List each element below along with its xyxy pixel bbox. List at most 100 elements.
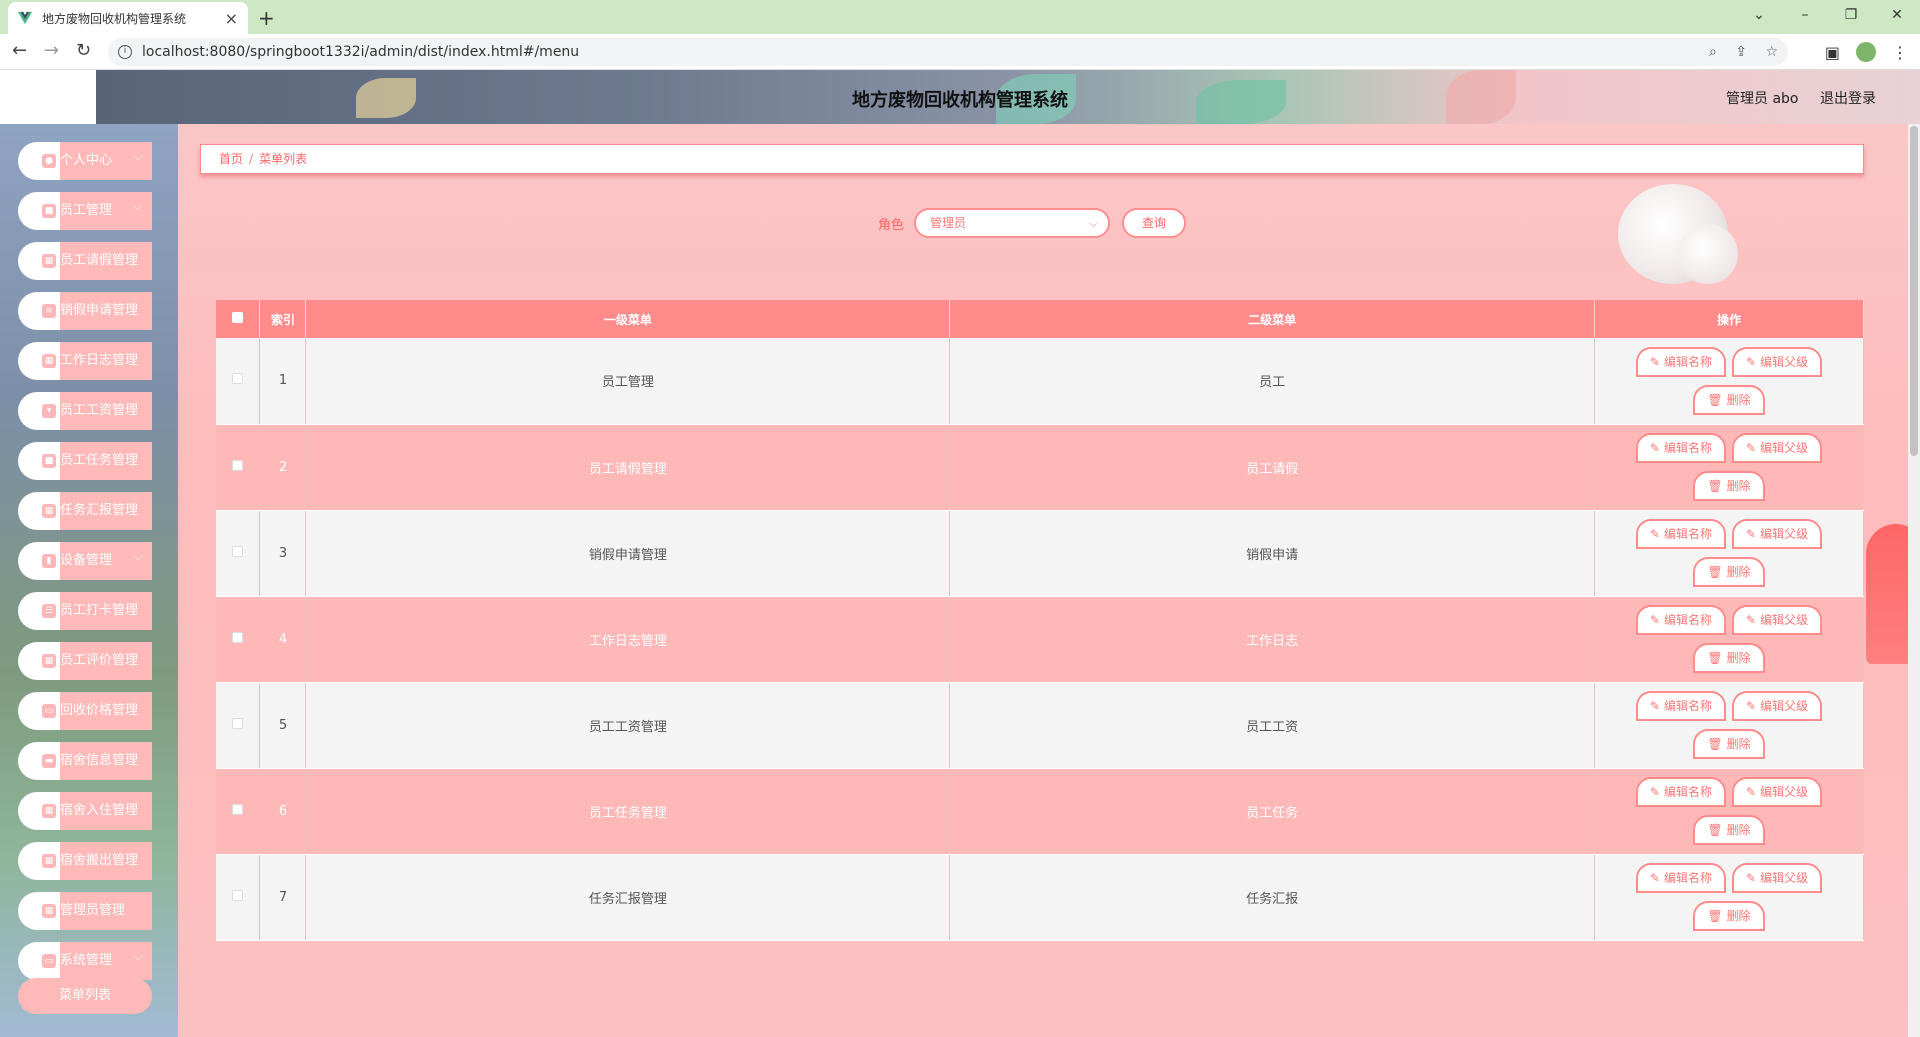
logout-button[interactable]: 退出登录 <box>1820 88 1876 108</box>
sidebar-item-menu-list[interactable]: 菜单列表 <box>18 978 152 1014</box>
forward-icon[interactable]: → <box>44 40 59 61</box>
info-icon[interactable]: i <box>118 45 132 59</box>
back-icon[interactable]: ← <box>12 40 27 61</box>
sidebar-item[interactable]: ☰ 员工打卡管理 <box>18 592 152 630</box>
edit-parent-button[interactable]: ✎ 编辑父级 <box>1732 519 1823 549</box>
close-window-icon[interactable]: ✕ <box>1874 0 1920 30</box>
row-select-cell <box>216 510 261 597</box>
sidebar-item[interactable]: ▦ 管理员管理 <box>18 892 152 930</box>
row-checkbox[interactable] <box>232 545 244 557</box>
sidebar-item[interactable]: ● 个人中心 ⌵ <box>18 142 152 180</box>
row-select-cell <box>216 682 261 769</box>
delete-button-label: 删除 <box>1726 565 1751 579</box>
sidebar-item[interactable]: ▭ 回收价格管理 <box>18 692 152 730</box>
edit-icon: ✎ <box>1649 699 1660 713</box>
delete-button[interactable]: 🗑 删除 <box>1693 815 1765 845</box>
trash-icon: 🗑 <box>1707 909 1723 923</box>
grid-icon: ▦ <box>42 654 56 668</box>
delete-button-label: 删除 <box>1726 479 1751 493</box>
cell-ops: ✎ 编辑名称 ✎ 编辑父级 🗑 删除 <box>1594 424 1864 511</box>
new-tab-icon[interactable]: + <box>258 6 275 30</box>
browser-tab[interactable]: 地方废物回收机构管理系统 × <box>8 2 248 34</box>
edit-parent-button-label: 编辑父级 <box>1760 613 1809 627</box>
app-title: 地方废物回收机构管理系统 <box>852 90 1068 111</box>
delete-button[interactable]: 🗑 删除 <box>1693 384 1765 415</box>
bookmark-star-icon[interactable]: ☆ <box>1765 44 1778 60</box>
row-select-cell <box>216 768 261 855</box>
sidebar-item[interactable]: ■ 员工任务管理 <box>18 442 152 480</box>
edit-parent-button[interactable]: ✎ 编辑父级 <box>1732 863 1823 893</box>
sidebar-item[interactable]: ▾ 员工工资管理 <box>18 392 152 430</box>
row-checkbox[interactable] <box>232 717 244 729</box>
page-scrollbar[interactable] <box>1908 124 1920 1037</box>
cell-menu2: 销假申请 <box>949 510 1595 597</box>
restore-icon[interactable]: ❐ <box>1828 0 1874 30</box>
profile-avatar[interactable] <box>1856 42 1876 62</box>
share-icon[interactable]: ⇪ <box>1735 44 1747 60</box>
sidebar-item[interactable]: ▦ 宿舍搬出管理 <box>18 842 152 880</box>
minimize-icon[interactable]: – <box>1782 0 1828 30</box>
menu-kebab-icon[interactable]: ⋮ <box>1892 43 1908 62</box>
table-row: 2 员工请假管理 员工请假 ✎ 编辑名称 ✎ 编辑父级 🗑 删除 <box>216 424 1864 511</box>
zoom-icon[interactable]: ⌕ <box>1709 44 1717 60</box>
sidepanel-icon[interactable]: ▣ <box>1825 43 1840 62</box>
select-all-checkbox[interactable] <box>232 312 244 323</box>
cell-menu2: 员工 <box>949 338 1595 425</box>
reload-icon[interactable]: ↻ <box>76 40 91 61</box>
sidebar-item[interactable]: ≡ 销假申请管理 <box>18 292 152 330</box>
row-checkbox[interactable] <box>232 373 244 385</box>
edit-parent-button[interactable]: ✎ 编辑父级 <box>1732 777 1823 807</box>
edit-name-button[interactable]: ✎ 编辑名称 <box>1635 691 1726 721</box>
delete-button[interactable]: 🗑 删除 <box>1693 471 1765 501</box>
sidebar-item-label: 工作日志管理 <box>60 342 152 380</box>
grid-icon: ▦ <box>42 254 56 268</box>
cell-menu1: 员工工资管理 <box>305 682 951 769</box>
sidebar-item[interactable]: ▬ 宿舍信息管理 <box>18 742 152 780</box>
role-select[interactable]: 管理员 ⌵ <box>914 208 1111 238</box>
edit-icon: ✎ <box>1649 785 1660 799</box>
edit-name-button[interactable]: ✎ 编辑名称 <box>1635 777 1726 807</box>
sidebar-item[interactable]: ▦ 宿舍入住管理 <box>18 792 152 830</box>
edit-parent-button[interactable]: ✎ 编辑父级 <box>1732 605 1823 635</box>
edit-name-button[interactable]: ✎ 编辑名称 <box>1635 433 1726 463</box>
chart-icon: ▮ <box>42 554 56 568</box>
delete-button[interactable]: 🗑 删除 <box>1693 729 1765 759</box>
cell-index: 6 <box>259 768 307 855</box>
edit-icon: ✎ <box>1746 354 1757 369</box>
sidebar-item[interactable]: ■ 员工管理 ⌵ <box>18 192 152 230</box>
edit-name-button[interactable]: ✎ 编辑名称 <box>1635 346 1726 377</box>
row-checkbox[interactable] <box>232 459 244 471</box>
row-checkbox[interactable] <box>232 803 244 815</box>
edit-name-button[interactable]: ✎ 编辑名称 <box>1635 863 1726 893</box>
sidebar-item[interactable]: ▦ 员工请假管理 <box>18 242 152 280</box>
edit-name-button[interactable]: ✎ 编辑名称 <box>1635 519 1726 549</box>
edit-parent-button[interactable]: ✎ 编辑父级 <box>1732 346 1823 377</box>
table-header-row: 索引 一级菜单 二级菜单 操作 <box>216 300 1864 338</box>
scrollbar-thumb[interactable] <box>1910 126 1918 456</box>
query-button[interactable]: 查询 <box>1122 208 1187 238</box>
sidebar-item-label: 员工任务管理 <box>60 442 152 480</box>
delete-button[interactable]: 🗑 删除 <box>1693 643 1765 673</box>
main-content: 首页 / 菜单列表 角色 管理员 ⌵ 查询 索引 一级菜单 二级菜单 操作 1 员工管… <box>178 124 1920 1037</box>
url-field[interactable]: i localhost:8080/springboot1332i/admin/d… <box>108 38 1788 66</box>
row-actions: ✎ 编辑名称 ✎ 编辑父级 🗑 删除 <box>1629 433 1829 501</box>
sidebar-item[interactable]: ▦ 任务汇报管理 <box>18 492 152 530</box>
row-checkbox[interactable] <box>232 889 244 901</box>
edit-name-button[interactable]: ✎ 编辑名称 <box>1635 605 1726 635</box>
close-tab-icon[interactable]: × <box>225 9 238 28</box>
delete-button[interactable]: 🗑 删除 <box>1693 901 1765 931</box>
sidebar-item[interactable]: ▮ 设备管理 ⌵ <box>18 542 152 580</box>
edit-parent-button[interactable]: ✎ 编辑父级 <box>1732 691 1823 721</box>
tab-list-icon[interactable]: ⌄ <box>1736 0 1782 30</box>
breadcrumb-home[interactable]: 首页 <box>219 152 243 166</box>
row-checkbox[interactable] <box>232 631 244 643</box>
edit-parent-button[interactable]: ✎ 编辑父级 <box>1732 433 1823 463</box>
sidebar-item[interactable]: ▦ 工作日志管理 <box>18 342 152 380</box>
sidebar-item[interactable]: ▦ 员工评价管理 <box>18 642 152 680</box>
row-select-cell <box>216 338 261 425</box>
sidebar: ● 个人中心 ⌵ ■ 员工管理 ⌵ ▦ 员工请假管理 ≡ 销假申请管理 ▦ 工作日志管理 ▾ 员工工资管理… <box>0 124 178 1037</box>
delete-button[interactable]: 🗑 删除 <box>1693 557 1765 587</box>
tab-title: 地方废物回收机构管理系统 <box>42 11 187 26</box>
sidebar-item[interactable]: ▭ 系统管理 ⌵ <box>18 942 152 980</box>
trash-icon: 🗑 <box>1707 392 1723 407</box>
